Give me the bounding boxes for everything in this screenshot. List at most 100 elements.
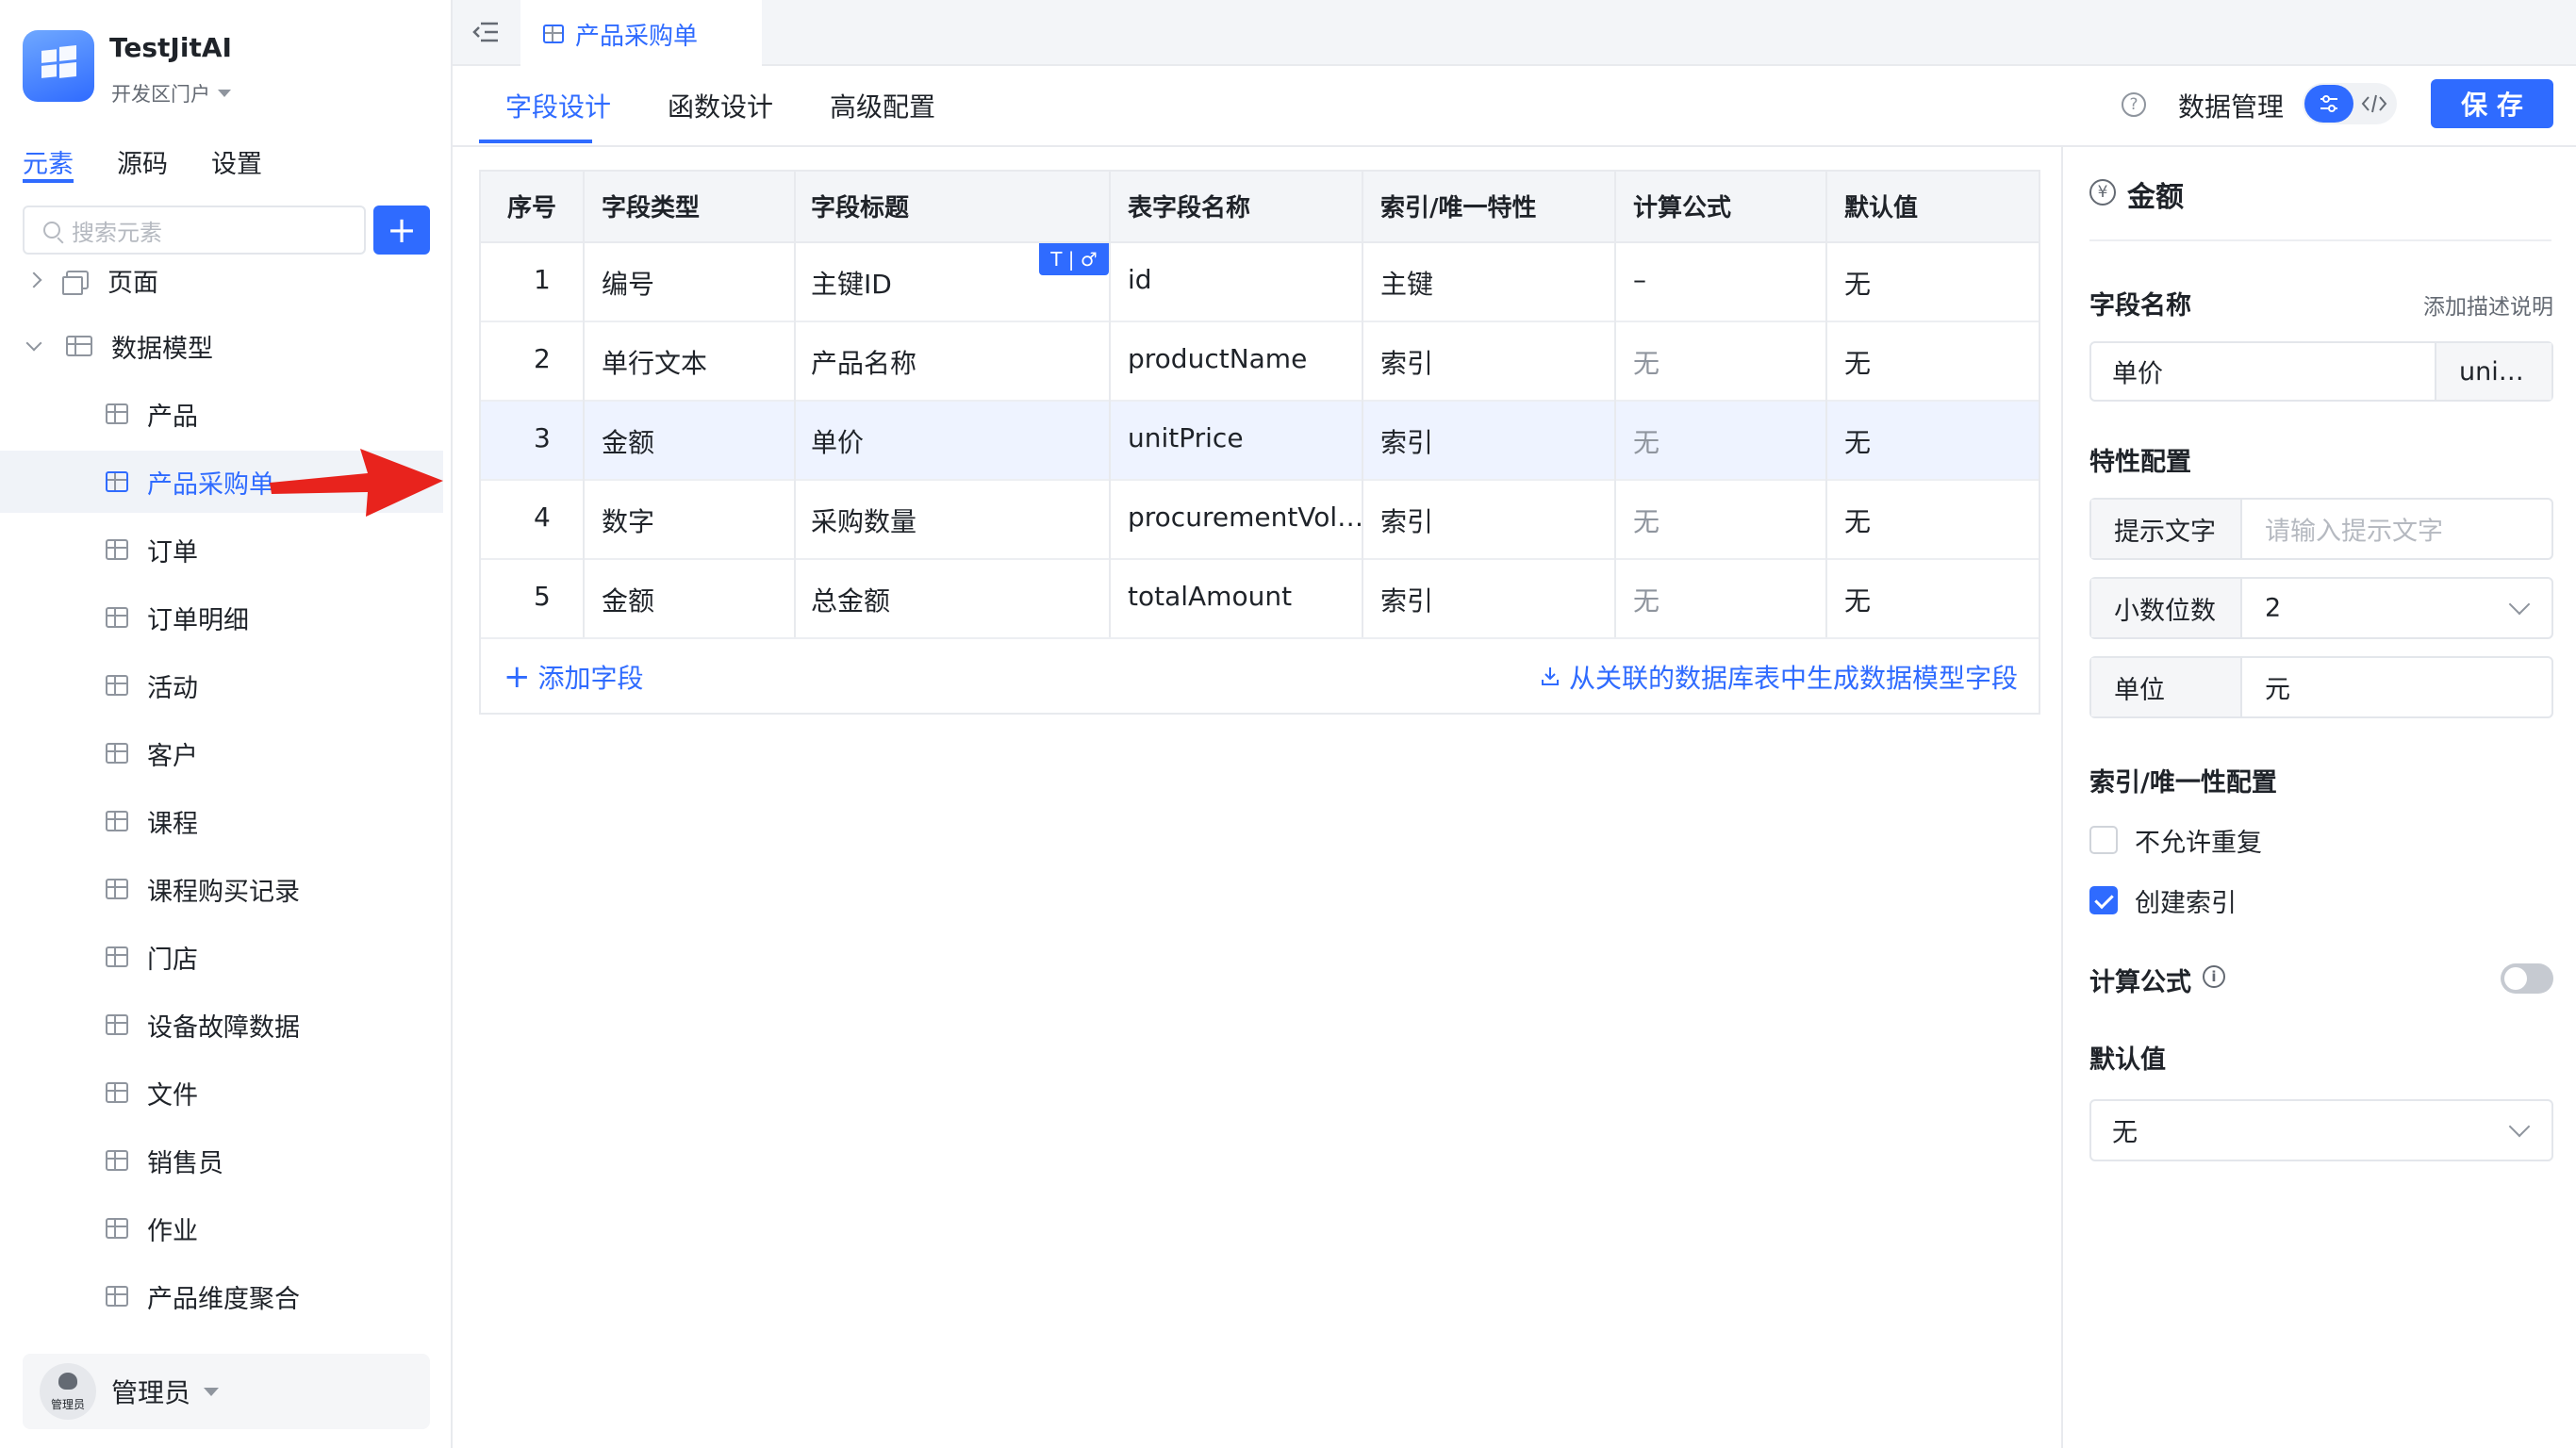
app-logo-icon[interactable] bbox=[23, 30, 94, 102]
default-value-label: 默认值 bbox=[2089, 1045, 2166, 1075]
tree-item-model[interactable]: 课程购买记录 bbox=[0, 858, 443, 920]
th-name: 表字段名称 bbox=[1128, 194, 1251, 222]
hint-text-label: 提示文字 bbox=[2091, 500, 2242, 558]
tree-item-model[interactable]: 门店 bbox=[0, 926, 443, 988]
table-icon bbox=[106, 607, 128, 628]
tree-label: 数据模型 bbox=[111, 334, 213, 364]
code-icon[interactable] bbox=[2361, 92, 2387, 119]
info-icon[interactable]: i bbox=[2203, 965, 2225, 988]
unit-input[interactable]: 元 bbox=[2265, 669, 2290, 706]
caret-down-icon bbox=[204, 1387, 220, 1396]
view-toggle[interactable] bbox=[2303, 83, 2397, 124]
table-icon bbox=[66, 336, 92, 356]
help-icon[interactable]: ? bbox=[2122, 92, 2146, 117]
hint-text-input[interactable]: 请输入提示文字 bbox=[2265, 511, 2443, 548]
tree-item-model[interactable]: 订单 bbox=[0, 518, 443, 581]
tree-item-model[interactable]: 设备故障数据 bbox=[0, 994, 443, 1056]
chevron-down-icon bbox=[25, 335, 42, 352]
cell-title: 单价 bbox=[811, 427, 865, 458]
sidebar-tab-source[interactable]: 源码 bbox=[117, 143, 168, 180]
generate-from-db-link[interactable]: 从关联的数据库表中生成数据模型字段 bbox=[1541, 658, 2018, 696]
tree-item-model[interactable]: 产品 bbox=[0, 383, 443, 445]
tree-item-model[interactable]: 产品维度聚合 bbox=[0, 1265, 443, 1327]
editor-tab-active[interactable]: 产品采购单 bbox=[520, 0, 762, 68]
tree-item-model[interactable]: 文件 bbox=[0, 1061, 443, 1124]
tree-item-model[interactable]: 订单明细 bbox=[0, 586, 443, 649]
create-index-label[interactable]: 创建索引 bbox=[2135, 882, 2237, 919]
chevron-down-icon bbox=[2508, 593, 2531, 616]
tree-label: 活动 bbox=[147, 673, 198, 703]
add-element-button[interactable]: + bbox=[373, 206, 430, 255]
table-row[interactable]: 4 数字 采购数量 procurementVol… 索引 无 无 bbox=[481, 481, 2039, 560]
default-value-select[interactable]: 无 bbox=[2089, 1099, 2553, 1161]
avatar-text: 管理员 bbox=[50, 1398, 85, 1411]
column-divider bbox=[1614, 172, 1616, 637]
search-input[interactable]: 搜索元素 bbox=[23, 206, 366, 255]
tree-label: 文件 bbox=[147, 1080, 198, 1111]
page-icon bbox=[62, 271, 89, 295]
collapse-sidebar-icon[interactable] bbox=[471, 19, 500, 45]
subtab-function-design[interactable]: 函数设计 bbox=[668, 87, 773, 124]
tree-item-data-models[interactable]: 数据模型 bbox=[0, 315, 443, 377]
table-row[interactable]: 2 单行文本 产品名称 productName 索引 无 无 bbox=[481, 322, 2039, 402]
create-index-checkbox[interactable] bbox=[2089, 886, 2118, 914]
plus-icon: + bbox=[504, 658, 531, 696]
tree-item-pages[interactable]: 页面 bbox=[0, 249, 443, 311]
th-no: 序号 bbox=[507, 194, 557, 222]
field-name-input[interactable]: uni… bbox=[2435, 343, 2551, 400]
tree-item-model[interactable]: 作业 bbox=[0, 1197, 443, 1259]
field-name-input-group: 单价 uni… bbox=[2089, 341, 2553, 402]
table-row-selected[interactable]: 3 金额 单价 unitPrice 索引 无 无 bbox=[481, 402, 2039, 481]
settings-sliders-icon[interactable] bbox=[2304, 85, 2353, 123]
sidebar-tab-elements[interactable]: 元素 bbox=[23, 143, 74, 180]
save-button[interactable]: 保 存 bbox=[2431, 79, 2553, 128]
th-default: 默认值 bbox=[1844, 194, 1919, 222]
table-icon bbox=[106, 879, 128, 899]
tree-item-model[interactable]: 客户 bbox=[0, 722, 443, 784]
table-row[interactable]: 5 金额 总金额 totalAmount 索引 无 无 bbox=[481, 560, 2039, 639]
tree-label: 产品 bbox=[147, 402, 198, 432]
table-row[interactable]: 1 编号 主键ID T | ♂ id 主键 – 无 bbox=[481, 243, 2039, 322]
cell-formula: 无 bbox=[1633, 585, 1660, 617]
cell-type: 编号 bbox=[602, 269, 655, 300]
unit-group: 单位 元 bbox=[2089, 656, 2553, 718]
field-type-badge[interactable]: T | ♂ bbox=[1039, 243, 1109, 275]
tree-label: 门店 bbox=[147, 945, 198, 975]
tree-item-model[interactable]: 销售员 bbox=[0, 1129, 443, 1192]
decimal-select[interactable]: 2 bbox=[2265, 594, 2281, 623]
add-field-button[interactable]: + 添加字段 bbox=[504, 658, 644, 696]
cell-default: 无 bbox=[1844, 506, 1872, 537]
cell-title: 主键ID bbox=[811, 269, 892, 300]
chevron-down-icon bbox=[2508, 1115, 2531, 1138]
add-field-label: 添加字段 bbox=[537, 663, 644, 694]
unit-label: 单位 bbox=[2091, 658, 2242, 716]
cell-type: 单行文本 bbox=[602, 348, 708, 379]
no-duplicate-label[interactable]: 不允许重复 bbox=[2135, 822, 2262, 859]
cell-default: 无 bbox=[1844, 427, 1872, 458]
table-icon bbox=[106, 1014, 128, 1035]
cell-name: unitPrice bbox=[1128, 422, 1244, 453]
add-description-link[interactable]: 添加描述说明 bbox=[2423, 288, 2553, 321]
tree-item-model[interactable]: 课程 bbox=[0, 790, 443, 852]
no-duplicate-checkbox[interactable] bbox=[2089, 826, 2118, 854]
aggregate-table-icon bbox=[106, 1286, 128, 1307]
cell-type: 金额 bbox=[602, 585, 655, 617]
subtab-field-design[interactable]: 字段设计 bbox=[505, 87, 611, 124]
field-title-input[interactable]: 单价 bbox=[2112, 354, 2163, 390]
data-manage-label[interactable]: 数据管理 bbox=[2178, 87, 2284, 124]
tree-item-model[interactable]: 活动 bbox=[0, 654, 443, 716]
download-icon bbox=[1541, 662, 1560, 693]
subtab-underline bbox=[479, 140, 592, 143]
user-menu[interactable]: 管理员 管理员 bbox=[23, 1354, 430, 1429]
formula-toggle[interactable] bbox=[2501, 963, 2553, 994]
cell-no: 5 bbox=[534, 581, 551, 612]
tree-label: 作业 bbox=[147, 1216, 198, 1246]
subtab-advanced-config[interactable]: 高级配置 bbox=[830, 87, 935, 124]
portal-selector[interactable]: 开发区门户 bbox=[111, 79, 231, 107]
cell-type: 金额 bbox=[602, 427, 655, 458]
cell-index: 索引 bbox=[1380, 506, 1434, 537]
cell-formula: 无 bbox=[1633, 506, 1660, 537]
table-icon bbox=[106, 471, 128, 492]
panel-divider bbox=[2089, 239, 2551, 241]
sidebar-tab-settings[interactable]: 设置 bbox=[211, 143, 262, 180]
